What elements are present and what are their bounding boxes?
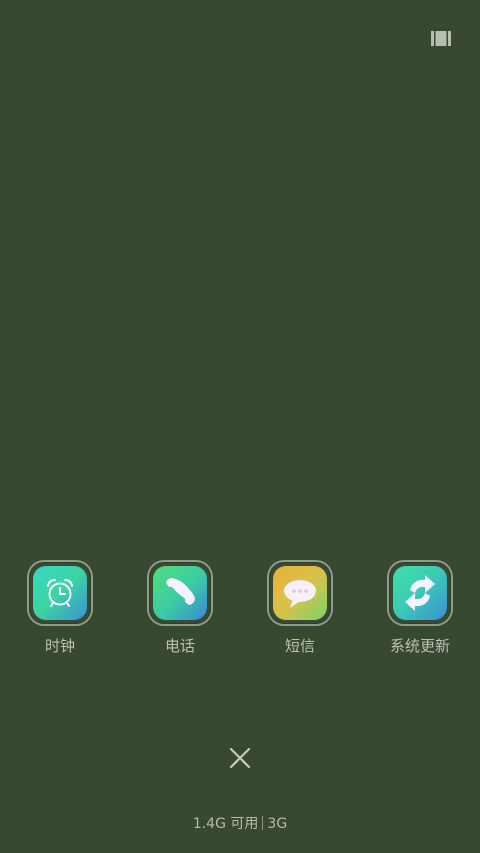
app-icon-frame xyxy=(387,560,453,626)
memory-divider xyxy=(262,816,264,830)
phone-handset-icon xyxy=(153,566,207,620)
recent-app-system-update[interactable]: 系统更新 xyxy=(370,560,470,660)
close-all-icon[interactable] xyxy=(226,744,254,772)
app-icon-frame xyxy=(147,560,213,626)
recent-app-messages[interactable]: 短信 xyxy=(250,560,350,660)
recent-app-phone[interactable]: 电话 xyxy=(130,560,230,660)
refresh-arrows-icon xyxy=(393,566,447,620)
memory-available: 1.4G 可用 xyxy=(192,816,259,832)
memory-info: 1.4G 可用 3G xyxy=(0,814,480,834)
speech-bubble-icon xyxy=(273,566,327,620)
app-label: 时钟 xyxy=(44,637,75,655)
memory-total: 3G xyxy=(267,816,288,832)
app-icon-frame xyxy=(267,560,333,626)
app-icon-frame xyxy=(27,560,93,626)
alarm-clock-icon xyxy=(33,566,87,620)
app-label: 电话 xyxy=(164,637,195,655)
recent-apps-row: 时钟 电话 短信 系统更新 xyxy=(0,560,480,660)
recent-app-clock[interactable]: 时钟 xyxy=(10,560,110,660)
view-toggle-icon[interactable] xyxy=(431,31,451,46)
app-label: 短信 xyxy=(284,637,315,655)
app-label: 系统更新 xyxy=(389,637,450,655)
